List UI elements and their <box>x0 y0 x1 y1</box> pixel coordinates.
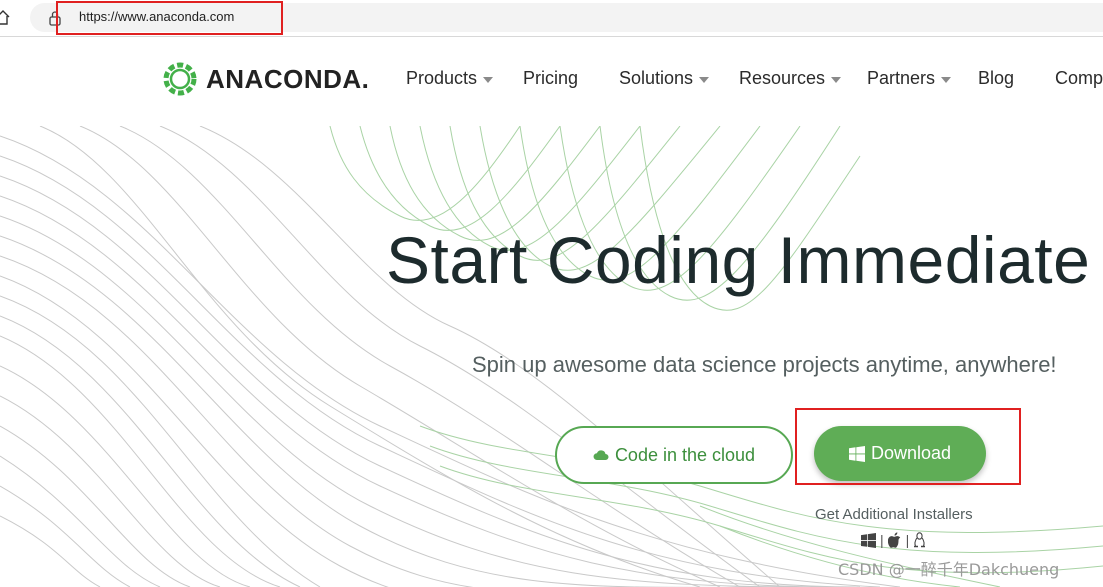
nav-pricing-label: Pricing <box>523 68 579 88</box>
os-separator: | <box>880 532 884 548</box>
nav-pricing[interactable]: Pricing <box>523 68 578 89</box>
nav-partners[interactable]: Partners <box>867 68 952 89</box>
chevron-down-icon <box>699 77 710 83</box>
chevron-down-icon <box>941 77 952 83</box>
logo-text: ANACONDA. <box>206 64 370 94</box>
nav-products[interactable]: Products <box>406 68 494 89</box>
nav-solutions-label: Solutions <box>619 68 694 88</box>
browser-toolbar: https://www.anaconda.com <box>0 0 1103 37</box>
windows-icon <box>848 445 865 462</box>
hero-subtitle: Spin up awesome data science projects an… <box>472 352 1057 377</box>
hero-title: Start Coding Immediate <box>386 223 1091 297</box>
lock-icon <box>49 11 61 26</box>
code-in-cloud-button[interactable]: Code in the cloud <box>555 426 793 484</box>
chevron-down-icon <box>831 77 842 83</box>
nav-company-label: Comp <box>1055 68 1103 88</box>
windows-icon[interactable] <box>861 532 876 548</box>
nav-partners-label: Partners <box>867 68 936 88</box>
nav-solutions[interactable]: Solutions <box>619 68 710 89</box>
nav-products-label: Products <box>406 68 478 88</box>
csdn-watermark: CSDN @一醉千年Dakchueng <box>838 560 1060 579</box>
nav-blog-label: Blog <box>978 68 1015 88</box>
url-text[interactable]: https://www.anaconda.com <box>79 9 234 24</box>
nav-resources[interactable]: Resources <box>739 68 842 89</box>
chevron-down-icon <box>483 77 494 83</box>
linux-icon[interactable] <box>913 532 926 548</box>
nav-blog[interactable]: Blog <box>978 68 1014 89</box>
anaconda-ring-icon <box>163 62 197 96</box>
cloud-icon <box>593 450 609 461</box>
os-separator: | <box>905 532 910 548</box>
download-label: Download <box>870 443 952 463</box>
download-button[interactable]: Download <box>814 426 986 481</box>
nav-resources-label: Resources <box>739 68 826 88</box>
additional-installers-link[interactable]: Get Additional Installers <box>815 506 973 523</box>
os-installer-icons: | | <box>861 531 926 549</box>
home-icon[interactable] <box>0 8 10 26</box>
code-in-cloud-label: Code in the cloud <box>614 444 756 465</box>
nav-company[interactable]: Comp <box>1055 68 1103 89</box>
apple-icon[interactable] <box>887 532 902 548</box>
